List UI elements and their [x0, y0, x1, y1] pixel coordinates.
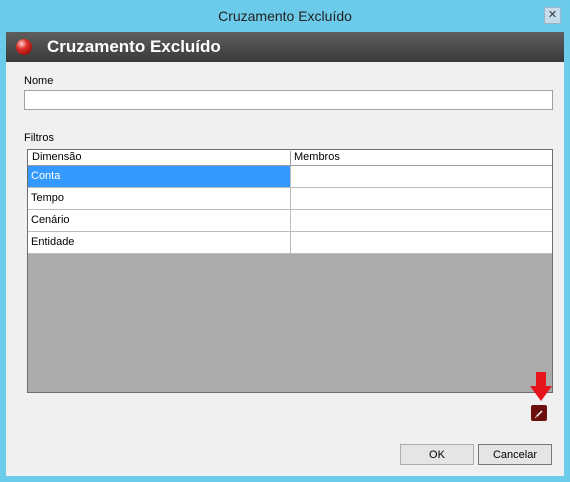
members-cell[interactable]	[290, 210, 552, 231]
table-row[interactable]: Tempo	[28, 188, 552, 210]
pencil-icon	[535, 410, 543, 418]
dialog-window: Cruzamento Excluído ✕ Cruzamento Excluíd…	[0, 0, 570, 482]
table-row[interactable]: Cenário	[28, 210, 552, 232]
window-title: Cruzamento Excluído	[218, 8, 352, 24]
filters-label: Filtros	[24, 132, 54, 144]
dialog-body: Cruzamento Excluído Nome Filtros Dimensã…	[6, 32, 564, 476]
red-orb-icon	[16, 39, 32, 55]
header-band: Cruzamento Excluído	[6, 32, 564, 62]
members-cell[interactable]	[290, 232, 552, 253]
title-bar[interactable]: Cruzamento Excluído ✕	[0, 0, 570, 32]
filters-grid[interactable]: Dimensão Membros Conta Tempo Cenário Ent…	[27, 149, 553, 393]
dimension-cell[interactable]: Entidade	[28, 232, 290, 253]
name-label: Nome	[24, 75, 54, 87]
column-header-members[interactable]: Membros	[294, 151, 340, 163]
members-cell[interactable]	[290, 188, 552, 209]
dimension-cell[interactable]: Conta	[28, 166, 290, 187]
members-cell[interactable]	[290, 166, 552, 187]
header-title: Cruzamento Excluído	[47, 37, 221, 56]
dimension-cell[interactable]: Cenário	[28, 210, 290, 231]
close-button[interactable]: ✕	[544, 7, 561, 24]
table-row[interactable]: Entidade	[28, 232, 552, 254]
name-input[interactable]	[24, 90, 553, 110]
edit-button[interactable]	[531, 405, 547, 421]
column-separator[interactable]	[290, 151, 291, 166]
cancel-button[interactable]: Cancelar	[478, 444, 552, 465]
column-header-dimension[interactable]: Dimensão	[32, 151, 82, 163]
close-icon: ✕	[547, 9, 558, 21]
down-arrow-icon	[530, 372, 552, 401]
grid-header: Dimensão Membros	[28, 150, 552, 166]
dimension-cell[interactable]: Tempo	[28, 188, 290, 209]
ok-button[interactable]: OK	[400, 444, 474, 465]
table-row[interactable]: Conta	[28, 166, 552, 188]
